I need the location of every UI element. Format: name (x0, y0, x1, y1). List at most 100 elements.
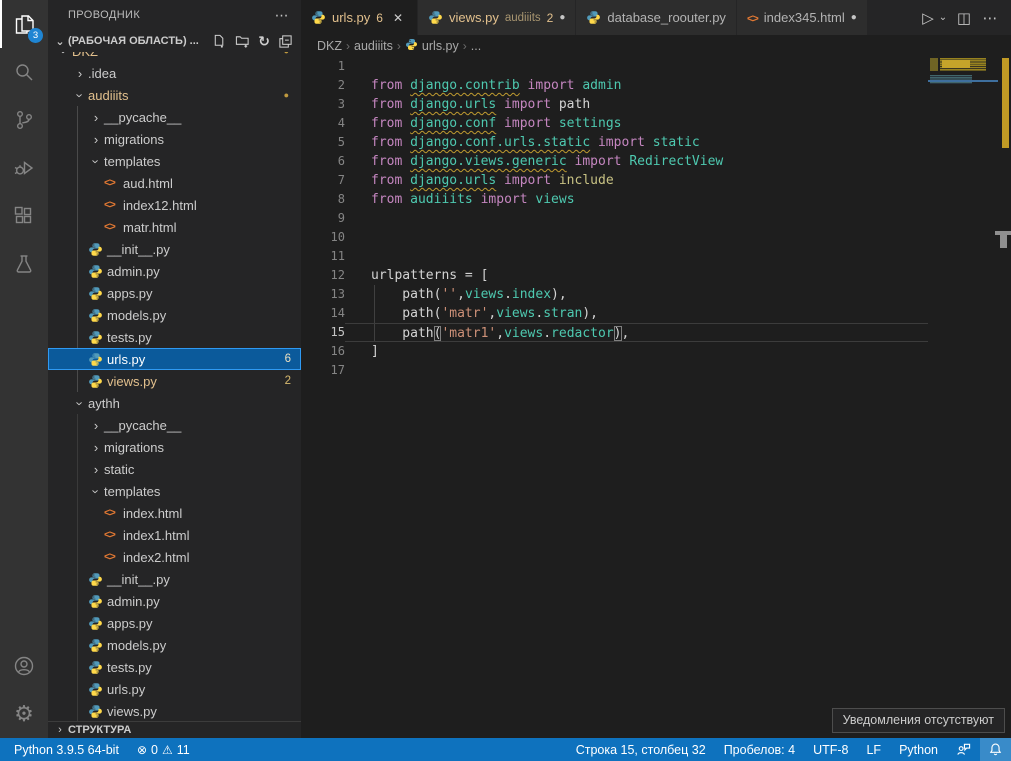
python-file-icon (88, 660, 107, 675)
settings-gear-icon[interactable]: ⚙ (0, 690, 48, 738)
tree-file-urls.py[interactable]: urls.py6 (48, 348, 301, 370)
tree-file-index.html[interactable]: <>index.html (48, 502, 301, 524)
testing-beaker-icon[interactable] (0, 240, 48, 288)
tab-database_roouter.py[interactable]: database_roouter.py (576, 0, 737, 35)
tree-file-tests.py[interactable]: tests.py (48, 326, 301, 348)
explorer-icon[interactable]: 3 (0, 0, 48, 48)
run-and-debug-icon[interactable] (0, 144, 48, 192)
code-line-16[interactable]: 16] (301, 342, 928, 361)
close-icon[interactable]: ✕ (389, 11, 407, 25)
code-line-11[interactable]: 11 (301, 247, 928, 266)
tree-folder-migrations[interactable]: ›migrations (48, 436, 301, 458)
tree-item-label: apps.py (107, 286, 153, 301)
refresh-icon[interactable]: ↻ (258, 34, 270, 49)
search-icon[interactable] (0, 48, 48, 96)
run-button-icon[interactable]: ▷ (917, 9, 939, 27)
split-editor-icon[interactable]: ◫ (953, 9, 975, 27)
tab-views.py[interactable]: views.pyaudiiits2● (418, 0, 576, 35)
tree-file-matr.html[interactable]: <>matr.html (48, 216, 301, 238)
tree-file-index1.html[interactable]: <>index1.html (48, 524, 301, 546)
tree-file-admin.py[interactable]: admin.py (48, 590, 301, 612)
workspace-section-header[interactable]: ⌄ (РАБОЧАЯ ОБЛАСТЬ) ... ↻ (48, 30, 301, 52)
code-line-2[interactable]: 2from django.contrib import admin (301, 76, 928, 95)
tree-file-__init__.py[interactable]: __init__.py (48, 238, 301, 260)
breadcrumb-separator-icon: › (463, 39, 467, 53)
tree-file-__init__.py[interactable]: __init__.py (48, 568, 301, 590)
breadcrumb-item-DKZ[interactable]: DKZ (317, 39, 342, 53)
html-file-icon: <> (104, 507, 123, 519)
tree-file-index12.html[interactable]: <>index12.html (48, 194, 301, 216)
tree-file-apps.py[interactable]: apps.py (48, 612, 301, 634)
tree-file-views.py[interactable]: views.py (48, 700, 301, 721)
tree-file-admin.py[interactable]: admin.py (48, 260, 301, 282)
encoding-status[interactable]: UTF-8 (804, 738, 857, 761)
code-line-17[interactable]: 17 (301, 361, 928, 380)
cursor-position-status[interactable]: Строка 15, столбец 32 (562, 738, 715, 761)
tree-folder-DKZ[interactable]: ›DKZ● (48, 52, 301, 62)
code-line-10[interactable]: 10 (301, 228, 928, 247)
tree-folder-templates[interactable]: ›templates (48, 480, 301, 502)
tree-file-models.py[interactable]: models.py (48, 634, 301, 656)
run-dropdown-chevron-icon[interactable]: ⌄ (937, 12, 949, 23)
python-file-icon (88, 594, 107, 609)
new-file-icon[interactable] (212, 34, 227, 49)
sidebar-more-actions-icon[interactable]: ⋯ (275, 7, 289, 24)
language-mode-status[interactable]: Python (890, 738, 947, 761)
extensions-icon[interactable] (0, 192, 48, 240)
chevron-right-icon: › (88, 110, 104, 125)
code-line-15[interactable]: 15 path('matr1',views.redactor), (301, 323, 928, 342)
breadcrumb-item-urls.py[interactable]: urls.py (405, 38, 459, 54)
scrollbar-thumb[interactable] (1000, 235, 1007, 248)
tree-folder-__pycache__[interactable]: ›__pycache__ (48, 106, 301, 128)
minimap[interactable] (928, 57, 998, 738)
sidebar-title: ПРОВОДНИК (68, 9, 140, 21)
code-line-1[interactable]: 1 (301, 57, 928, 76)
tree-file-tests.py[interactable]: tests.py (48, 656, 301, 678)
code-line-5[interactable]: 5from django.conf.urls.static import sta… (301, 133, 928, 152)
code-line-4[interactable]: 4from django.conf import settings (301, 114, 928, 133)
more-actions-icon[interactable]: ⋯ (979, 9, 1001, 27)
code-line-14[interactable]: 14 path('matr',views.stran), (301, 304, 928, 323)
collapse-all-icon[interactable] (278, 34, 293, 49)
tree-folder-migrations[interactable]: ›migrations (48, 128, 301, 150)
python-file-icon (586, 10, 601, 25)
tree-file-apps.py[interactable]: apps.py (48, 282, 301, 304)
source-control-icon[interactable] (0, 96, 48, 144)
python-interpreter-status[interactable]: Python 3.9.5 64-bit (0, 738, 128, 761)
scrollbar[interactable] (998, 57, 1011, 738)
tab-index345.html[interactable]: <>index345.html● (737, 0, 868, 35)
outline-section-header[interactable]: › СТРУКТУРА (48, 721, 301, 738)
code-line-12[interactable]: 12urlpatterns = [ (301, 266, 928, 285)
tree-folder-.idea[interactable]: ›.idea (48, 62, 301, 84)
tree-folder-templates[interactable]: ›templates (48, 150, 301, 172)
eol-status[interactable]: LF (857, 738, 890, 761)
code-line-3[interactable]: 3from django.urls import path (301, 95, 928, 114)
notifications-bell-icon[interactable] (980, 738, 1011, 761)
code-line-7[interactable]: 7from django.urls import include (301, 171, 928, 190)
tree-file-aud.html[interactable]: <>aud.html (48, 172, 301, 194)
indentation-status[interactable]: Пробелов: 4 (715, 738, 804, 761)
line-number: 7 (301, 171, 345, 190)
tree-file-index2.html[interactable]: <>index2.html (48, 546, 301, 568)
tree-folder-__pycache__[interactable]: ›__pycache__ (48, 414, 301, 436)
tree-file-models.py[interactable]: models.py (48, 304, 301, 326)
feedback-icon[interactable] (947, 738, 980, 761)
tree-folder-aythh[interactable]: ›aythh (48, 392, 301, 414)
code-line-13[interactable]: 13 path('',views.index), (301, 285, 928, 304)
tree-file-urls.py[interactable]: urls.py (48, 678, 301, 700)
code-area[interactable]: 12from django.contrib import admin3from … (301, 57, 928, 738)
code-line-9[interactable]: 9 (301, 209, 928, 228)
tree-file-views.py[interactable]: views.py2 (48, 370, 301, 392)
tree-item-label: __init__.py (107, 572, 170, 587)
breadcrumb-item-...[interactable]: ... (471, 39, 481, 53)
account-icon[interactable] (0, 642, 48, 690)
tree-folder-audiiits[interactable]: ›audiiits● (48, 84, 301, 106)
problems-status[interactable]: ⊗ 0 ⚠ 11 (128, 738, 199, 761)
new-folder-icon[interactable] (235, 34, 250, 49)
tree-folder-static[interactable]: ›static (48, 458, 301, 480)
code-line-6[interactable]: 6from django.views.generic import Redire… (301, 152, 928, 171)
breadcrumb-item-audiiits[interactable]: audiiits (354, 39, 393, 53)
code-line-8[interactable]: 8from audiiits import views (301, 190, 928, 209)
tab-urls.py[interactable]: urls.py6✕ (301, 0, 418, 35)
tree-item-label: static (104, 462, 134, 477)
